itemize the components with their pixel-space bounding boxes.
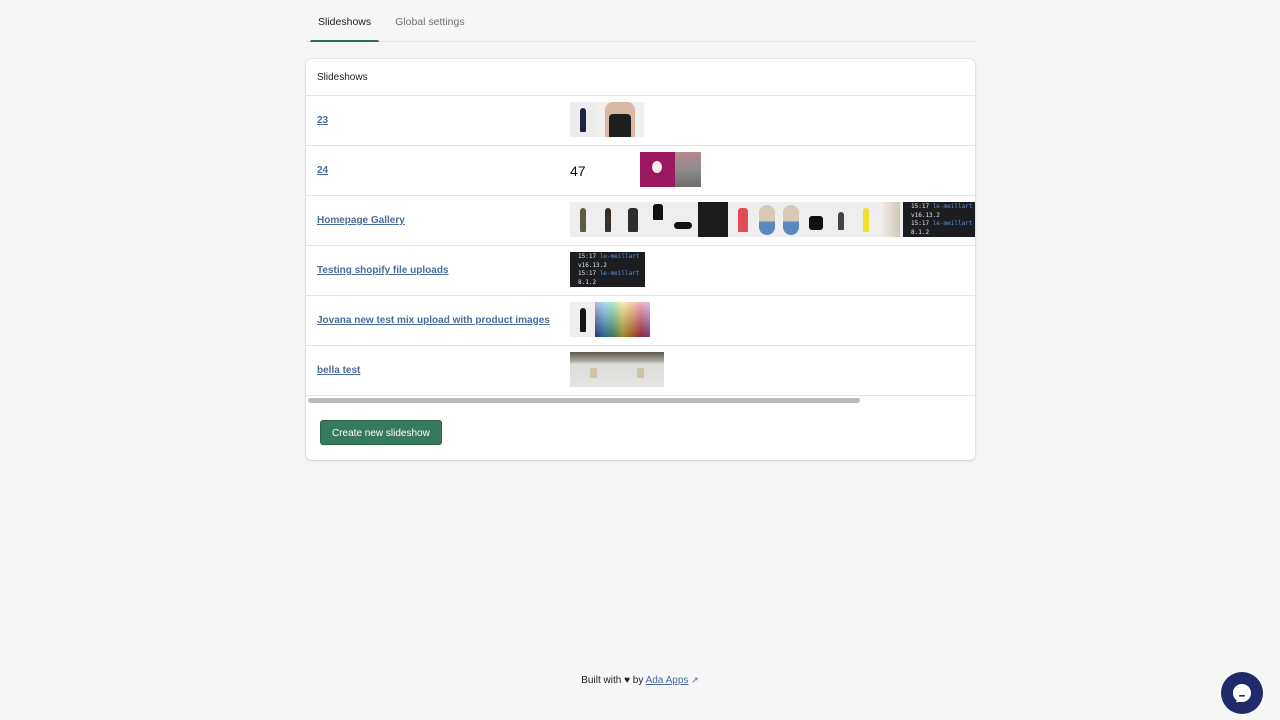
slideshow-link[interactable]: Testing shopify file uploads xyxy=(317,265,449,276)
thumbnail-color-palette xyxy=(595,302,650,337)
horizontal-scrollbar[interactable] xyxy=(308,398,860,403)
thumbnail xyxy=(803,202,828,237)
slideshow-link[interactable]: 23 xyxy=(317,115,328,126)
slideshow-link[interactable]: 24 xyxy=(317,165,328,176)
tab-slideshows[interactable]: Slideshows xyxy=(310,0,380,42)
thumbnail xyxy=(670,202,695,237)
thumbnail-street xyxy=(675,152,701,187)
thumbnail-text: 47 xyxy=(570,152,640,187)
thumbnail-strip xyxy=(570,352,664,387)
slideshow-link[interactable]: Homepage Gallery xyxy=(317,215,405,226)
table-row: Testing shopify file uploads 15:17 le-me… xyxy=(306,246,975,296)
thumbnail xyxy=(645,202,670,237)
slideshow-link[interactable]: bella test xyxy=(317,365,360,376)
chat-button[interactable] xyxy=(1221,672,1263,714)
thumbnail xyxy=(570,102,595,137)
thumbnail xyxy=(730,202,755,237)
thumbnail xyxy=(828,202,853,237)
external-link-icon: ↗ xyxy=(691,675,699,685)
slideshow-link[interactable]: Jovana new test mix upload with product … xyxy=(317,315,550,326)
thumbnail xyxy=(878,202,903,237)
thumbnail-lightbulb xyxy=(640,152,675,187)
thumbnail-snow xyxy=(570,352,617,387)
thumbnail xyxy=(755,202,803,237)
thumbnail xyxy=(570,202,595,237)
thumbnail-strip xyxy=(570,102,644,137)
thumbnail xyxy=(695,202,730,237)
thumbnail-strip: 15:17 le-meillart v16.13.2 15:17 le-meil… xyxy=(570,252,645,287)
thumbnail-snow xyxy=(617,352,664,387)
create-slideshow-button[interactable]: Create new slideshow xyxy=(320,420,442,445)
footer: Built with ♥ by Ada Apps ↗ xyxy=(581,675,699,686)
heart-icon: ♥ xyxy=(624,675,630,686)
slideshows-card: Slideshows 23 24 47 Homepage Gallery 15:… xyxy=(306,59,975,460)
tab-global-settings[interactable]: Global settings xyxy=(387,0,472,42)
table-row: 23 xyxy=(306,96,975,146)
thumbnail-terminal: 15:17 le-meillart v16.13.2 15:17 le-meil… xyxy=(570,252,645,287)
thumbnail-strip: 15:17 le-meillart v16.13.2 15:17 le-meil… xyxy=(570,202,975,237)
ada-apps-link[interactable]: Ada Apps xyxy=(646,675,689,686)
thumbnail xyxy=(853,202,878,237)
table-row: 24 47 xyxy=(306,146,975,196)
table-row: bella test xyxy=(306,346,975,396)
tab-bar: Slideshows Global settings xyxy=(306,0,975,42)
table-row: Jovana new test mix upload with product … xyxy=(306,296,975,346)
table-row: Homepage Gallery 15:17 le-meillart v16.1… xyxy=(306,196,975,246)
thumbnail-strip xyxy=(570,302,650,337)
thumbnail-strip: 47 xyxy=(570,152,701,187)
thumbnail xyxy=(595,202,620,237)
card-title: Slideshows xyxy=(306,59,975,96)
thumbnail xyxy=(595,102,644,137)
thumbnail xyxy=(620,202,645,237)
thumbnail-terminal: 15:17 le-meillart v16.13.2 15:17 le-meil… xyxy=(903,202,975,237)
chat-bubble-icon xyxy=(1233,684,1251,703)
thumbnail xyxy=(570,302,595,337)
